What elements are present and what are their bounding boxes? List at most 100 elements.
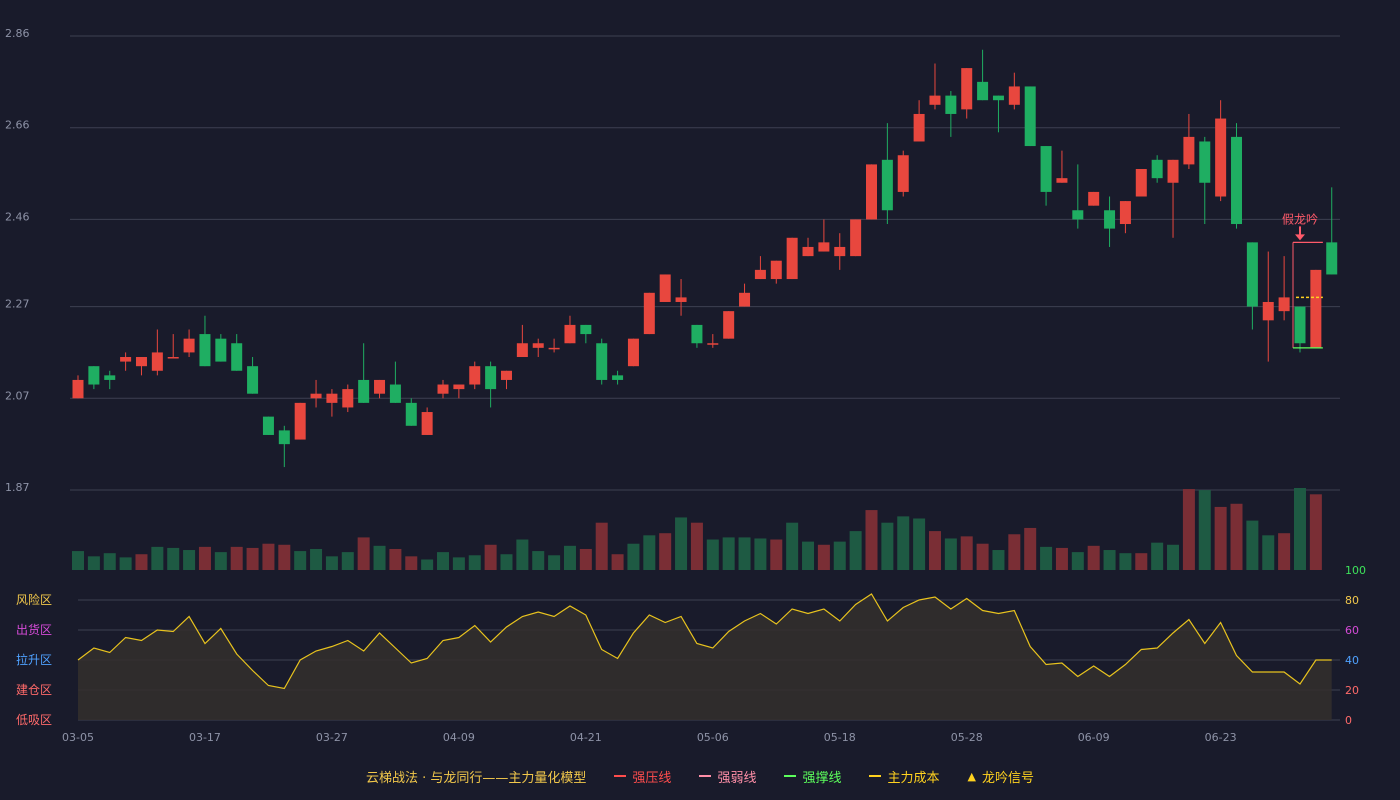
volume-bar [278,544,291,570]
legend-item-strong-pressure[interactable]: 强压线 [614,767,671,786]
candle-body [866,164,877,220]
candle-body [183,338,195,353]
candle-body [278,430,290,445]
volume-bar [421,559,434,570]
x-tick-label: 06-23 [1205,731,1237,744]
volume-bar [1135,553,1148,570]
volume-bar [468,555,481,570]
volume-bar [230,546,243,570]
volume-bar [135,554,148,570]
volume-bar [262,543,275,570]
candle-body [1072,210,1084,220]
volume-bar [325,556,338,570]
volume-bar [1055,547,1068,570]
volume-bar [405,556,418,570]
volume-bar [214,552,227,570]
candle-body [929,95,941,105]
volume-bar [151,546,164,570]
candle-body [151,352,163,371]
legend-item-main-cost[interactable]: 主力成本 [869,767,939,786]
candle-body [786,237,798,280]
candle-body [437,384,449,394]
volume-bar [119,557,132,570]
legend-item-strong-support[interactable]: 强撑线 [784,767,841,786]
volume-bar [500,554,513,570]
candle-body [580,324,592,335]
candle-body [1310,269,1322,348]
volume-bar [246,547,259,570]
candle-body [1135,168,1147,197]
volume-bar [452,557,465,570]
zone-label: 风险区 [16,592,52,607]
volume-bar [706,539,719,570]
volume-bar [802,541,815,570]
volume-bar [627,543,640,570]
volume-bar [1246,520,1259,570]
candle-body [691,324,703,344]
candle-body [405,402,417,426]
osc-tick-label: 80 [1345,594,1359,607]
candle-body [389,384,401,403]
volume-bar [1230,503,1243,570]
volume-bar [1151,542,1164,570]
candle-body [1294,306,1306,344]
volume-bar [1198,490,1211,570]
zone-label: 建仓区 [16,683,52,697]
candle-body [294,402,306,440]
volume-bar [817,544,830,570]
volume-bar [357,537,370,570]
volume-bar [913,518,926,570]
legend-swatch [869,775,882,777]
candle-body [532,343,544,348]
volume-bar [611,554,624,570]
volume-bar [1182,489,1195,570]
candle-body [754,269,766,280]
volume-bar [1293,488,1306,570]
volume-bar [198,546,211,570]
volume-bar [690,522,703,570]
x-tick-label: 06-09 [1078,731,1110,744]
candlesticks [72,49,1338,468]
candle-body [1183,136,1195,165]
chart-canvas: 假龙吟 2.86 2.66 2.46 2.27 2.07 1.87 100 80 60 40 20 0… [5,27,1366,744]
candle-body [1088,191,1100,206]
volume-bar [675,517,688,570]
candle-body [992,95,1004,101]
candle-body [913,113,925,142]
candle-body [850,219,862,257]
volume-bar [881,522,894,570]
candle-body [374,379,386,394]
legend-item-dragon-signal[interactable]: ▲ 龙吟信号 [967,767,1033,786]
candle-body [120,357,132,362]
volume-bar [928,531,941,570]
signal-arrow-head [1294,234,1305,241]
legend-item-strength-line[interactable]: 强弱线 [699,767,756,786]
x-tick-label: 05-28 [951,731,983,744]
volume-bar [87,556,100,570]
volume-bar [183,550,196,570]
candle-body [675,297,687,302]
volume-bar [563,545,576,570]
volume-bar [786,522,799,570]
candle-body [500,370,512,380]
volume-bar [103,553,116,570]
volume-bar [1309,494,1322,570]
x-tick-label: 04-21 [570,731,602,744]
volume-bar [437,552,450,570]
candle-body [881,159,893,211]
zone-label: 出货区 [16,622,52,637]
volume-bar [1119,553,1132,570]
candle-body [310,393,322,399]
candle-body [770,260,782,280]
grid-lines [70,35,1340,721]
osc-tick-label: 0 [1345,714,1352,727]
osc-tick-label: 20 [1345,684,1359,697]
volume-bar [310,548,323,570]
volume-bar [976,543,989,570]
volume-bar [579,548,592,570]
legend-swatch [699,775,712,777]
volume-bar [294,551,307,570]
candle-body [945,95,957,114]
signal-label: 假龙吟 [1282,211,1318,226]
volume-bar [595,522,608,570]
